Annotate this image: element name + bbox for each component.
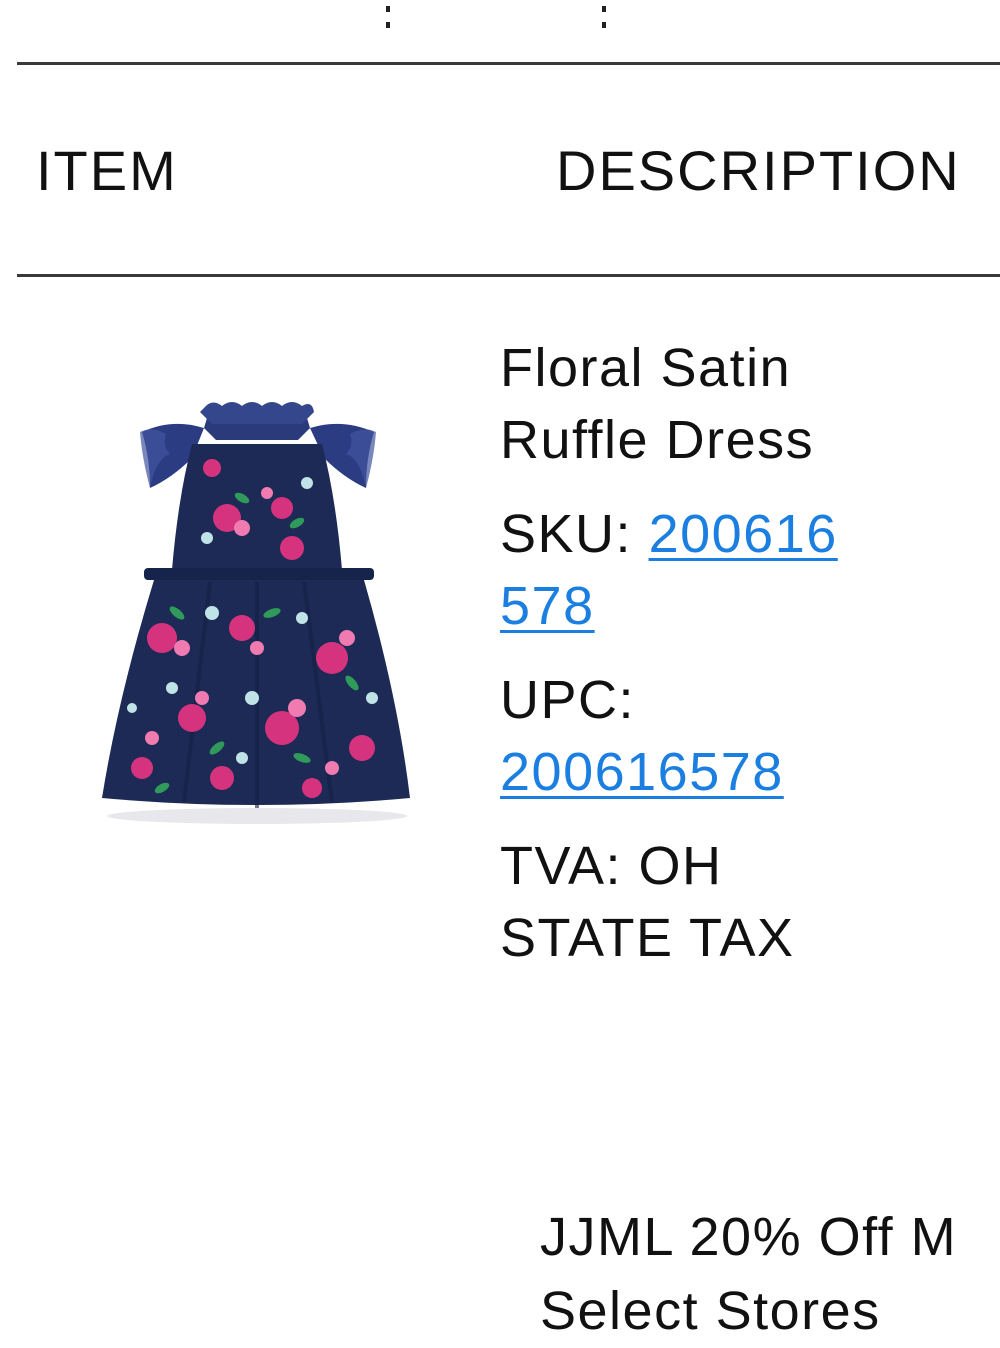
- upc-label: UPC:: [500, 670, 636, 730]
- description-column-header: DESCRIPTION: [556, 139, 961, 202]
- product-image[interactable]: [92, 398, 422, 828]
- product-name: Floral Satin Ruffle Dress: [500, 332, 940, 476]
- item-column-header: ITEM: [36, 139, 178, 202]
- sku-link[interactable]: 578: [500, 576, 595, 636]
- promotion-line: JJML 20% Off M: [540, 1207, 958, 1267]
- upc-row: UPC: 200616578: [500, 664, 940, 808]
- tax-line: TVA: OH: [500, 836, 723, 896]
- tax-row: TVA: OH STATE TAX: [500, 830, 940, 974]
- promotion-text: JJML 20% Off M Select Stores: [540, 1200, 1000, 1348]
- column-resize-handles: [0, 0, 1000, 40]
- tax-line: STATE TAX: [500, 908, 795, 968]
- column-divider-handle[interactable]: [386, 4, 390, 32]
- promotion-line: Select Stores: [540, 1281, 881, 1341]
- upc-link[interactable]: 200616578: [500, 742, 784, 802]
- column-divider-handle[interactable]: [602, 4, 606, 32]
- sku-row: SKU: 200616 578: [500, 498, 940, 642]
- sku-label: SKU:: [500, 504, 633, 564]
- sku-link[interactable]: 200616: [649, 504, 838, 564]
- table-header: ITEM DESCRIPTION: [0, 70, 1000, 275]
- product-details: Floral Satin Ruffle Dress SKU: 200616 57…: [500, 332, 940, 996]
- dress-photo-icon: [102, 402, 410, 824]
- header-bottom-divider: [17, 274, 1000, 277]
- header-top-divider: [17, 62, 1000, 65]
- product-name-line: Floral Satin: [500, 338, 792, 398]
- product-name-line: Ruffle Dress: [500, 410, 815, 470]
